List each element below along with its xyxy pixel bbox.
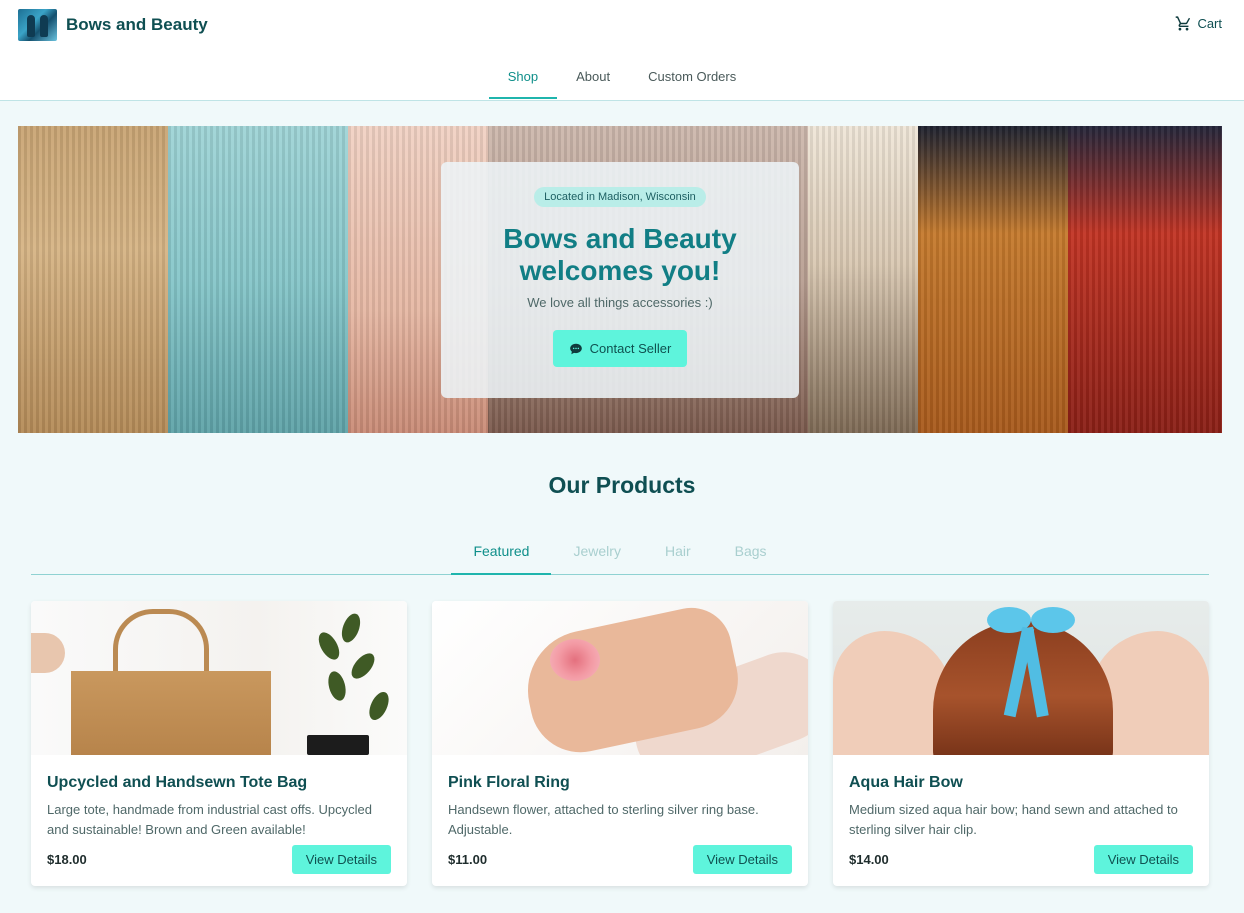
product-image-detail: [71, 671, 271, 755]
product-card[interactable]: Upcycled and Handsewn Tote Bag Large tot…: [31, 601, 407, 886]
chat-bubble-icon: [569, 343, 582, 354]
brand-logo: [18, 9, 57, 41]
nav-shop[interactable]: Shop: [488, 58, 558, 99]
product-card-body: Aqua Hair Bow Medium sized aqua hair bow…: [849, 755, 1193, 886]
product-price: $14.00: [849, 852, 889, 867]
contact-seller-button[interactable]: Contact Seller: [552, 330, 688, 367]
product-title[interactable]: Aqua Hair Bow: [849, 774, 1193, 792]
product-card[interactable]: Pink Floral Ring Handsewn flower, attach…: [432, 601, 808, 886]
hero-title-line1: Bows and Beauty: [503, 223, 737, 254]
product-card-body: Upcycled and Handsewn Tote Bag Large tot…: [47, 755, 391, 886]
product-image-detail: [338, 611, 364, 645]
view-details-button[interactable]: View Details: [1093, 845, 1193, 874]
product-image: [833, 601, 1209, 755]
product-price: $18.00: [47, 852, 87, 867]
tab-bags[interactable]: Bags: [713, 530, 789, 574]
product-title[interactable]: Pink Floral Ring: [448, 774, 792, 792]
hero-banner: Located in Madison, Wisconsin Bows and B…: [18, 126, 1222, 433]
product-description: Handsewn flower, attached to sterling si…: [448, 802, 759, 837]
tab-hair[interactable]: Hair: [643, 530, 713, 574]
cart-label: Cart: [1197, 16, 1222, 31]
product-image-detail: [314, 629, 344, 663]
product-image: [31, 601, 407, 755]
brand-name: Bows and Beauty: [66, 15, 208, 34]
tab-jewelry[interactable]: Jewelry: [551, 530, 642, 574]
product-price: $11.00: [448, 852, 488, 867]
product-description: Large tote, handmade from industrial cas…: [47, 802, 372, 837]
hero-subtitle: We love all things accessories :): [527, 295, 713, 310]
product-image-detail: [307, 735, 369, 755]
product-image-detail: [1031, 607, 1075, 633]
site-header: Bows and Beauty Cart Shop About Custom O…: [0, 0, 1244, 101]
product-image-detail: [347, 649, 379, 683]
product-title[interactable]: Upcycled and Handsewn Tote Bag: [47, 774, 391, 792]
hero-title: Bows and Beauty welcomes you!: [461, 223, 779, 287]
hero-title-line2: welcomes you!: [519, 255, 721, 286]
brand[interactable]: Bows and Beauty: [18, 9, 208, 41]
product-image-detail: [325, 669, 349, 703]
product-image-detail: [550, 639, 600, 681]
product-image: [432, 601, 808, 755]
contact-seller-label: Contact Seller: [589, 341, 672, 356]
view-details-button[interactable]: View Details: [692, 845, 792, 874]
product-image-detail: [365, 689, 393, 723]
view-details-button[interactable]: View Details: [291, 845, 391, 874]
tab-featured[interactable]: Featured: [451, 530, 552, 575]
product-card[interactable]: Aqua Hair Bow Medium sized aqua hair bow…: [833, 601, 1209, 886]
product-card-body: Pink Floral Ring Handsewn flower, attach…: [448, 755, 792, 886]
hero-card: Located in Madison, Wisconsin Bows and B…: [441, 162, 799, 398]
product-tabs: Featured Jewelry Hair Bags: [31, 530, 1209, 575]
product-image-detail: [31, 633, 65, 673]
cart-icon: [1176, 16, 1191, 31]
location-badge: Located in Madison, Wisconsin: [534, 187, 706, 207]
nav-about[interactable]: About: [557, 58, 629, 98]
main-nav: Shop About Custom Orders: [0, 58, 1244, 99]
section-title: Our Products: [548, 472, 696, 498]
cart-button[interactable]: Cart: [1175, 15, 1222, 32]
nav-custom-orders[interactable]: Custom Orders: [629, 58, 755, 98]
product-description: Medium sized aqua hair bow; hand sewn an…: [849, 802, 1178, 837]
